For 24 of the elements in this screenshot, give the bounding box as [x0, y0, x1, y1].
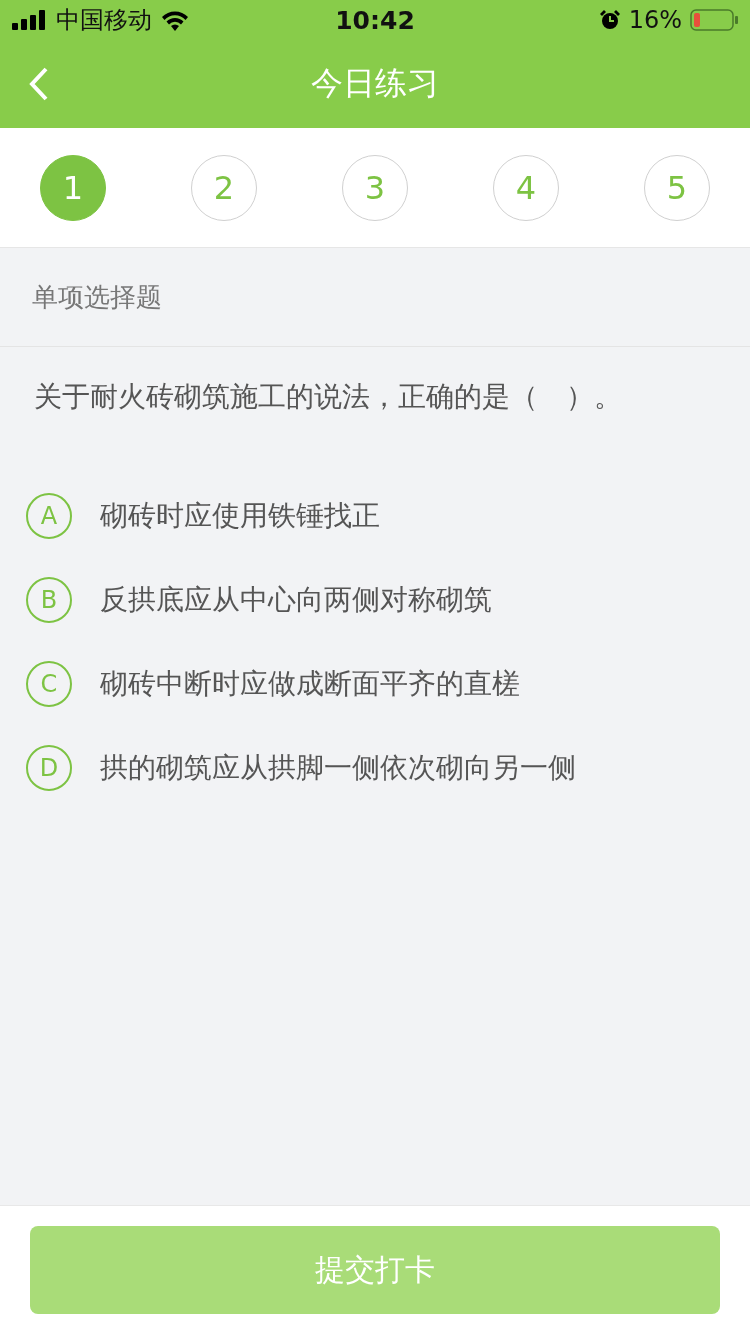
option-text[interactable]: 砌砖时应使用铁锤找正 [100, 497, 380, 535]
question-type-label: 单项选择题 [32, 280, 162, 314]
status-time: 10:42 [335, 5, 415, 35]
battery-percent: 16% [628, 6, 682, 34]
option-letter[interactable]: C [26, 661, 72, 707]
question-number-tab[interactable]: 2 [191, 154, 257, 221]
option-letter[interactable]: A [26, 493, 72, 539]
signal-icon [12, 10, 48, 30]
battery-icon [690, 9, 738, 31]
back-icon[interactable] [28, 66, 50, 102]
question-number-tab[interactable]: 3 [342, 154, 408, 221]
option-letter[interactable]: D [26, 745, 72, 791]
wifi-icon [160, 9, 190, 31]
option-text[interactable]: 拱的砌筑应从拱脚一侧依次砌向另一侧 [100, 749, 576, 787]
option-text[interactable]: 反拱底应从中心向两侧对称砌筑 [100, 581, 492, 619]
option-letter[interactable]: B [26, 577, 72, 623]
alarm-clock-icon [598, 9, 621, 31]
question-number-tab[interactable]: 5 [644, 154, 710, 221]
question-number-tab[interactable]: 4 [493, 154, 559, 221]
option-text[interactable]: 砌砖中断时应做成断面平齐的直槎 [100, 665, 520, 703]
page-title: 今日练习 [311, 63, 439, 104]
carrier-name: 中国移动 [56, 5, 152, 36]
question-text: 关于耐火砖砌筑施工的说法，正确的是（ ）。 [33, 379, 623, 415]
question-number-tab[interactable]: 1 [40, 154, 106, 221]
